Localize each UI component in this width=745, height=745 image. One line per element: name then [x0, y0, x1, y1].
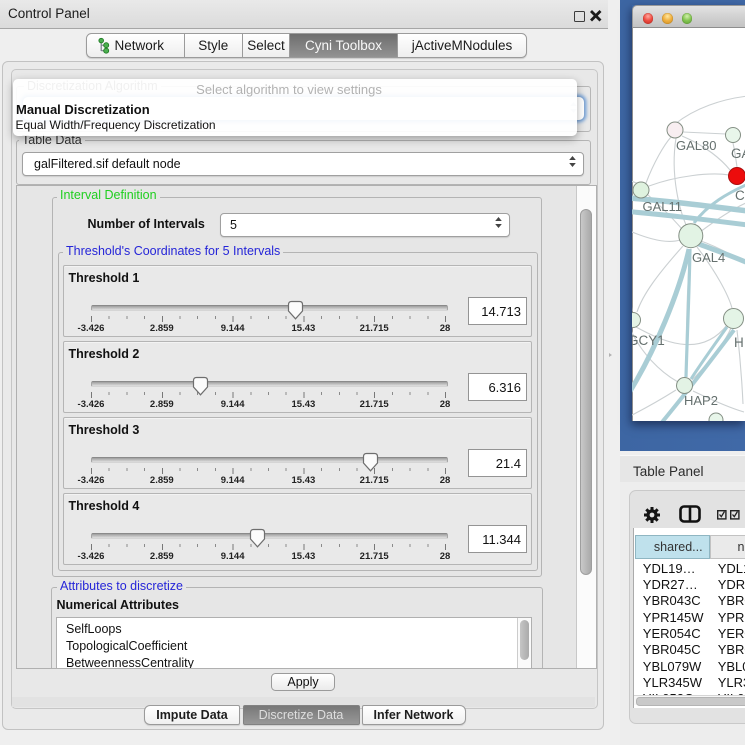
- svg-text:C: C: [735, 188, 745, 203]
- svg-text:GAL4: GAL4: [692, 250, 725, 265]
- svg-text:HAP2: HAP2: [684, 393, 718, 408]
- svg-text:GCY1: GCY1: [632, 333, 665, 348]
- svg-text:H: H: [734, 335, 744, 350]
- svg-text:GAL80: GAL80: [676, 138, 716, 153]
- svg-text:GA: GA: [731, 146, 745, 161]
- svg-text:GAL11: GAL11: [643, 199, 683, 214]
